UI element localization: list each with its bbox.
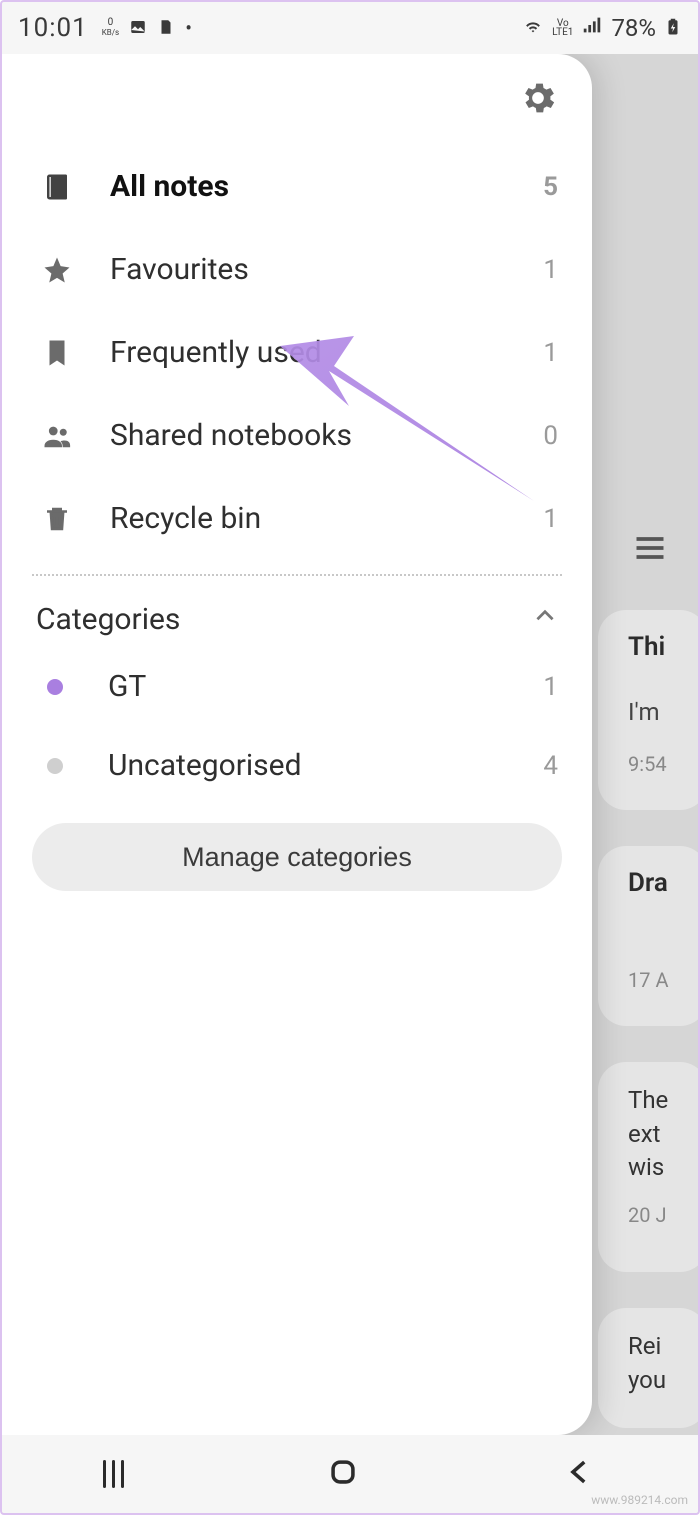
gear-icon [518, 106, 558, 121]
status-time: 10:01 [18, 13, 88, 43]
note-card[interactable]: Thi I'm 9:54 [598, 610, 700, 810]
note-card[interactable]: Rei you [598, 1308, 700, 1428]
star-icon [36, 255, 78, 285]
image-icon [129, 14, 147, 42]
dot-icon: • [185, 16, 192, 40]
status-bar: 10:01 0KB/s • Vo LTE1 78% [2, 2, 698, 54]
hamburger-icon[interactable] [632, 530, 668, 570]
note-card[interactable]: Dra 17 A [598, 846, 700, 1026]
menu-shared-notebooks[interactable]: Shared notebooks 0 [32, 394, 562, 477]
divider [32, 574, 562, 576]
category-count: 1 [543, 672, 558, 702]
category-color-dot [47, 758, 63, 774]
home-icon [326, 1474, 360, 1493]
trash-icon [36, 504, 78, 534]
home-button[interactable] [326, 1455, 360, 1493]
people-icon [36, 421, 78, 451]
recents-button[interactable] [103, 1460, 124, 1488]
notebook-icon [36, 172, 78, 202]
note-card[interactable]: The ext wis 20 J [598, 1062, 700, 1272]
menu-favourites[interactable]: Favourites 1 [32, 228, 562, 311]
chevron-up-icon [532, 602, 558, 637]
menu-frequently-used[interactable]: Frequently used 1 [32, 311, 562, 394]
navigation-drawer: All notes 5 Favourites 1 Frequently used… [2, 54, 592, 1435]
wifi-icon [522, 14, 544, 42]
battery-percentage: 78% [611, 14, 656, 42]
menu-label: Frequently used [110, 335, 506, 370]
back-button[interactable] [563, 1455, 597, 1493]
menu-count: 1 [538, 255, 558, 285]
categories-label: Categories [36, 602, 180, 637]
category-label: GT [108, 669, 511, 704]
battery-charging-icon [664, 14, 682, 42]
menu-count: 1 [538, 504, 558, 534]
category-count: 4 [543, 751, 558, 781]
menu-label: All notes [110, 169, 506, 204]
menu-count: 5 [538, 172, 558, 202]
volte-indicator: Vo LTE1 [552, 19, 573, 37]
menu-label: Favourites [110, 252, 506, 287]
category-color-dot [47, 679, 63, 695]
category-label: Uncategorised [108, 748, 511, 783]
menu-count: 0 [538, 421, 558, 451]
bookmark-icon [36, 338, 78, 368]
menu-recycle-bin[interactable]: Recycle bin 1 [32, 477, 562, 560]
menu-label: Recycle bin [110, 501, 506, 536]
settings-button[interactable] [518, 78, 558, 121]
menu-count: 1 [538, 338, 558, 368]
back-icon [563, 1474, 597, 1493]
recents-icon [103, 1460, 124, 1488]
manage-categories-button[interactable]: Manage categories [32, 823, 562, 891]
menu-all-notes[interactable]: All notes 5 [32, 145, 562, 228]
net-speed-indicator: 0KB/s [102, 18, 119, 38]
sim-icon [157, 14, 175, 42]
categories-header[interactable]: Categories [2, 580, 592, 647]
menu-label: Shared notebooks [110, 418, 506, 453]
signal-icon [581, 14, 603, 42]
category-item-uncategorised[interactable]: Uncategorised 4 [2, 726, 592, 805]
category-item-gt[interactable]: GT 1 [2, 647, 592, 726]
watermark: www.989214.com [591, 1493, 688, 1507]
